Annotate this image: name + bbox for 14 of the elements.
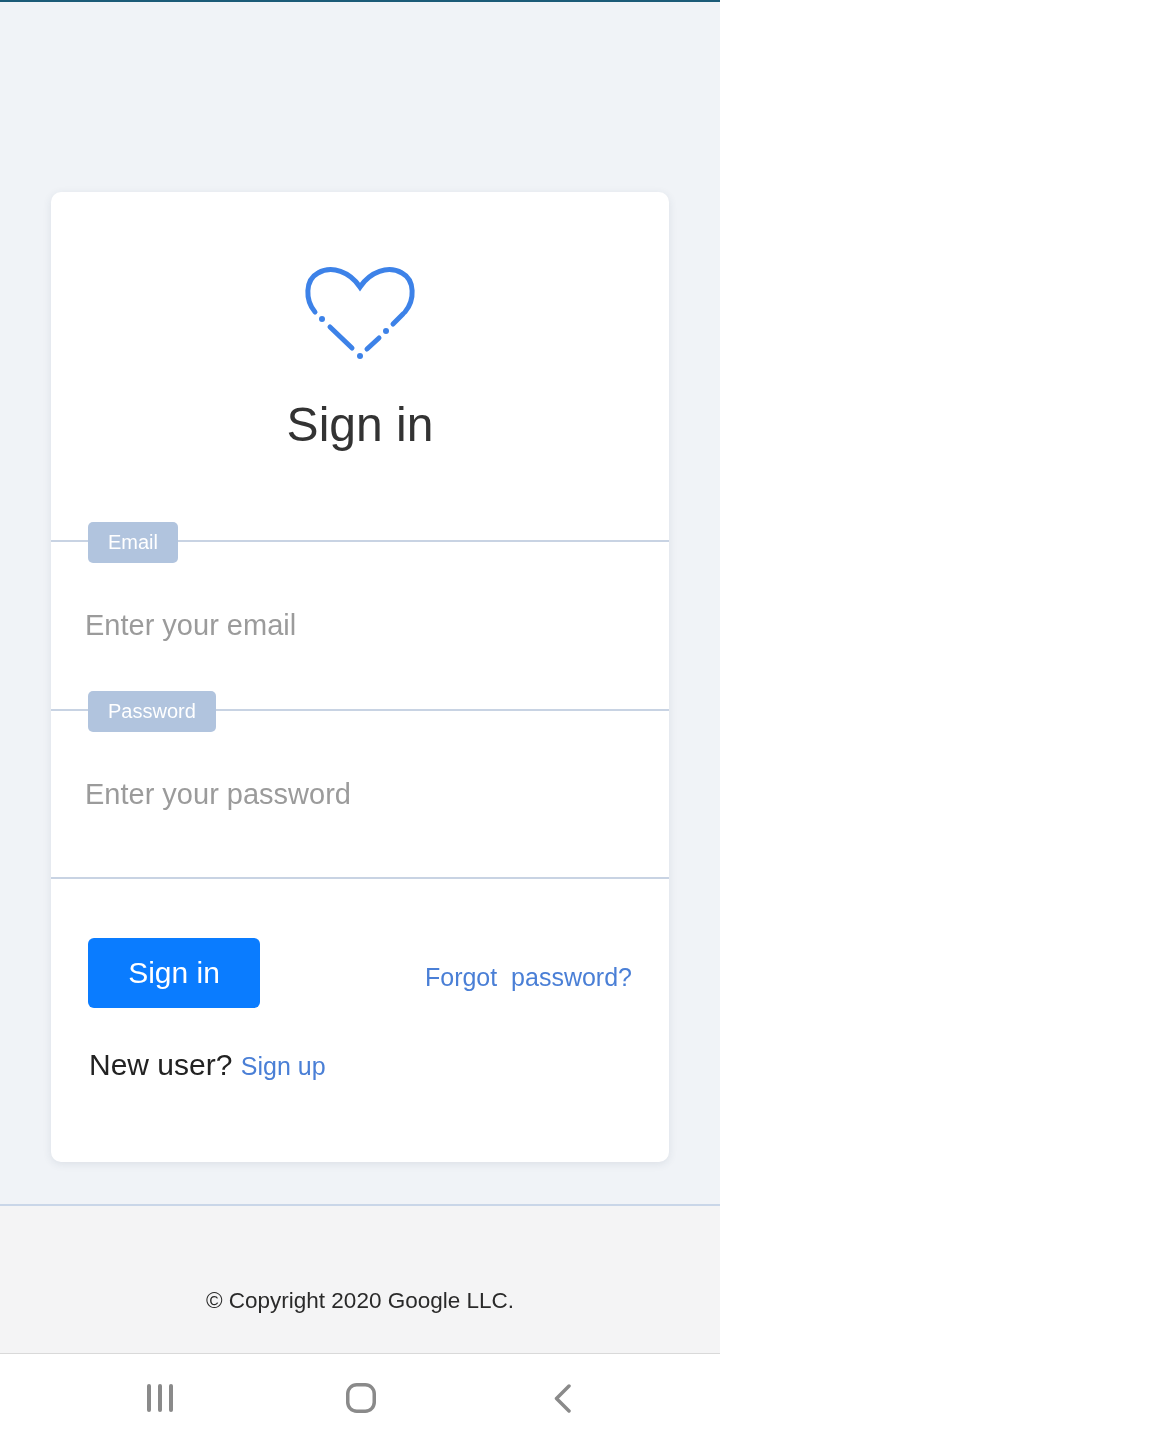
input-field[interactable]: Enter your password [51, 732, 669, 856]
back-icon[interactable] [553, 1383, 571, 1413]
copyright-text: © Copyright 2020 Google LLC. [206, 1287, 514, 1315]
signup-prompt: New user? Sign up [88, 1047, 327, 1083]
forgot-password-link[interactable]: Forgot password? [424, 962, 632, 992]
signin-button[interactable]: Sign in [88, 938, 260, 1008]
heart-icon [304, 264, 416, 362]
input-field[interactable]: Enter your email [51, 563, 669, 687]
field-label: Email [88, 522, 178, 563]
home-icon[interactable] [346, 1383, 376, 1413]
signin-title: Sign in [285, 397, 435, 453]
signup-link[interactable]: Sign up [240, 1052, 326, 1080]
recent-apps-icon[interactable] [147, 1384, 173, 1412]
field-label: Password [88, 691, 216, 732]
